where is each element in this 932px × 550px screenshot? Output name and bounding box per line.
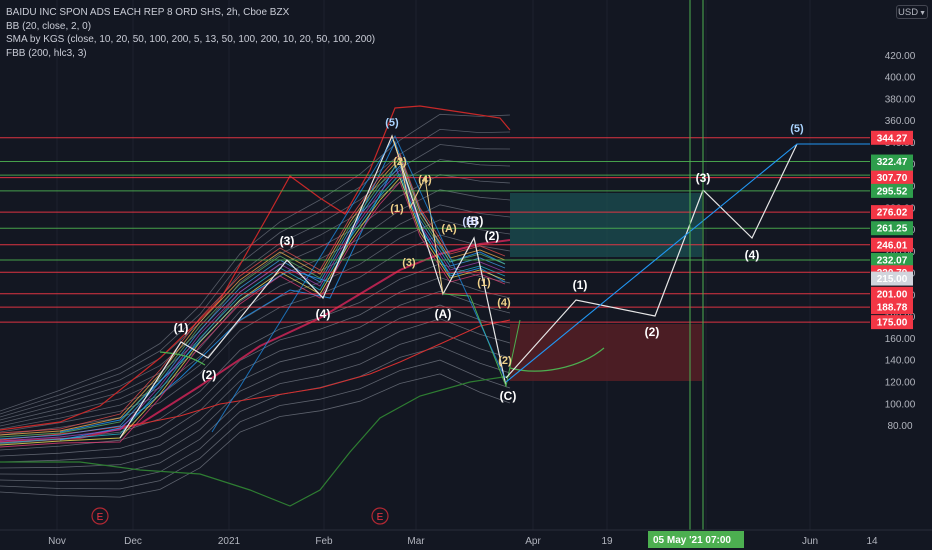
price-tick-label: 160.00 xyxy=(885,334,916,345)
price-level-label: 188.78 xyxy=(877,303,908,314)
price-level-label: 261.25 xyxy=(877,224,908,235)
price-tick-label: 400.00 xyxy=(885,73,916,84)
wave-label: (5) xyxy=(385,117,399,129)
time-cursor-label: 05 May '21 07:00 xyxy=(653,535,731,546)
wave-label: (3) xyxy=(280,234,295,248)
price-tick-label: 80.00 xyxy=(887,421,912,432)
earnings-marker-label: E xyxy=(97,512,104,523)
symbol-title[interactable]: BAIDU INC SPON ADS EACH REP 8 ORD SHS, 2… xyxy=(6,6,375,20)
time-tick-label: 19 xyxy=(601,536,613,547)
wave-label: (5) xyxy=(790,123,804,135)
price-tick-label: 420.00 xyxy=(885,51,916,62)
wave-label: (3) xyxy=(402,257,416,269)
stop-zone-box xyxy=(510,324,702,381)
target-zone-box xyxy=(510,193,702,257)
wave-label: (2) xyxy=(485,229,500,243)
wave-label: (2) xyxy=(498,355,512,367)
wave-label: (A) xyxy=(435,307,452,321)
fbb-indicator-label[interactable]: FBB (200, hlc3, 3) xyxy=(6,47,375,61)
time-tick-label: 2021 xyxy=(218,536,241,547)
price-level-label: 295.52 xyxy=(877,186,908,197)
time-tick-label: Mar xyxy=(407,536,425,547)
chart-legend: BAIDU INC SPON ADS EACH REP 8 ORD SHS, 2… xyxy=(6,6,375,60)
price-level-label: 175.00 xyxy=(877,318,908,329)
wave-label: (4) xyxy=(745,248,760,262)
chevron-down-icon: ▼ xyxy=(919,10,926,17)
wave-label: (1) xyxy=(174,321,189,335)
wave-label: (2) xyxy=(645,325,660,339)
wave-label: (4) xyxy=(316,307,331,321)
price-level-label: 246.01 xyxy=(877,240,908,251)
time-tick-label: Feb xyxy=(315,536,333,547)
price-tick-label: 360.00 xyxy=(885,116,916,127)
time-tick-label: Dec xyxy=(124,536,142,547)
price-level-label: 215.00 xyxy=(877,274,908,285)
price-tick-label: 120.00 xyxy=(885,378,916,389)
wave-label: (2) xyxy=(202,368,217,382)
wave-label: (4) xyxy=(497,297,511,309)
time-tick-label: 14 xyxy=(866,536,878,547)
price-tick-label: 140.00 xyxy=(885,356,916,367)
bb-indicator-label[interactable]: BB (20, close, 2, 0) xyxy=(6,20,375,34)
price-level-label: 232.07 xyxy=(877,255,908,266)
wave-label: (2) xyxy=(393,156,407,168)
price-tick-label: 100.00 xyxy=(885,399,916,410)
price-level-label: 344.27 xyxy=(877,133,908,144)
time-tick-label: Apr xyxy=(525,536,541,547)
price-level-label: 307.70 xyxy=(877,173,908,184)
wave-label: (3) xyxy=(696,171,711,185)
time-tick-label: Nov xyxy=(48,536,66,547)
price-level-label: 201.00 xyxy=(877,289,908,300)
wave-label: (4) xyxy=(418,174,432,186)
wave-label: (A) xyxy=(441,223,457,235)
price-tick-label: 380.00 xyxy=(885,94,916,105)
time-tick-label: Jun xyxy=(802,536,818,547)
currency-button[interactable]: USD▼ xyxy=(896,5,928,19)
price-chart[interactable]: 80.00100.00120.00140.00160.00180.00200.0… xyxy=(0,0,932,550)
price-level-label: 276.02 xyxy=(877,208,908,219)
earnings-marker-label: E xyxy=(377,512,384,523)
sma-indicator-label[interactable]: SMA by KGS (close, 10, 20, 50, 100, 200,… xyxy=(6,33,375,47)
wave-label: (1) xyxy=(573,278,588,292)
wave-label: (B) xyxy=(462,216,478,228)
wave-label: (C) xyxy=(500,389,517,403)
wave-label: (1) xyxy=(390,203,404,215)
wave-label: (1) xyxy=(477,277,491,289)
price-level-label: 322.47 xyxy=(877,157,908,168)
